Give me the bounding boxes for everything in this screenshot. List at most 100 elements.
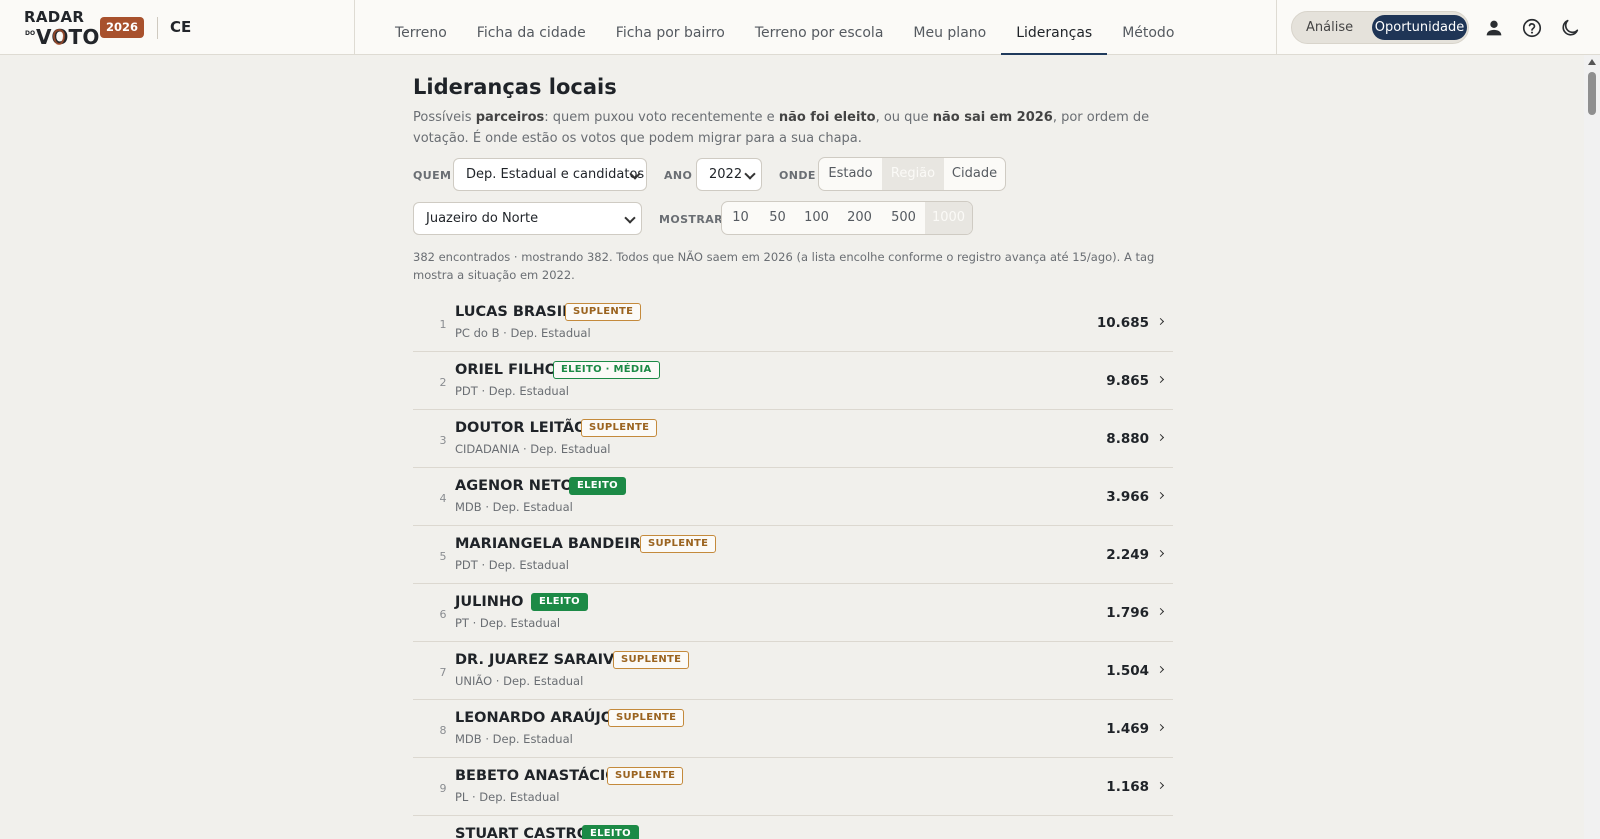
leader-row[interactable]: 1 LUCAS BRASIL SUPLENTE PC do B · Dep. E… <box>413 294 1173 352</box>
leader-votes: 8.880 <box>1106 431 1149 447</box>
status-badge: ELEITO · MÉDIA <box>553 361 660 379</box>
leader-votes: 10.685 <box>1096 315 1149 331</box>
status-badge: SUPLENTE <box>640 535 717 553</box>
onde-label: ONDE <box>779 169 816 182</box>
leader-votes: 1.796 <box>1106 605 1149 621</box>
status-badge: ELEITO <box>569 477 626 495</box>
leader-name: ORIEL FILHO <box>455 362 558 378</box>
main-nav: Terreno Ficha da cidade Ficha por bairro… <box>380 0 1189 55</box>
leader-rank: 8 <box>439 724 447 737</box>
right-toolbar: Análise Oportunidade <box>1276 0 1600 55</box>
mode-analise-button[interactable]: Análise <box>1306 12 1353 43</box>
nav-terreno-escola[interactable]: Terreno por escola <box>740 0 899 55</box>
chevron-down-icon <box>624 212 636 224</box>
brand-divider <box>157 17 158 39</box>
leader-votes: 1.469 <box>1106 721 1149 737</box>
leader-party: PT · Dep. Estadual <box>455 616 561 630</box>
chevron-right-icon <box>1156 433 1165 442</box>
quem-select-value: Dep. Estadual e candidatos <box>466 167 645 182</box>
leader-row[interactable]: 4 AGENOR NETO ELEITO MDB · Dep. Estadual… <box>413 468 1173 526</box>
mostrar-50-button[interactable]: 50 <box>759 202 796 234</box>
leader-party: CIDADANIA · Dep. Estadual <box>455 442 611 456</box>
status-badge: ELEITO <box>531 593 588 611</box>
leader-row[interactable]: 6 JULINHO ELEITO PT · Dep. Estadual 1.79… <box>413 584 1173 642</box>
leader-row[interactable]: 2 ORIEL FILHO ELEITO · MÉDIA PDT · Dep. … <box>413 352 1173 410</box>
page-scrollbar[interactable] <box>1584 55 1600 839</box>
leader-row[interactable]: 5 MARIANGELA BANDEIRA SUPLENTE PDT · Dep… <box>413 526 1173 584</box>
leader-party: MDB · Dep. Estadual <box>455 732 573 746</box>
ano-label: ANO <box>664 169 693 182</box>
leader-rank: 7 <box>439 666 447 679</box>
mostrar-100-button[interactable]: 100 <box>796 202 837 234</box>
mode-oportunidade-button[interactable]: Oportunidade <box>1372 15 1467 40</box>
leader-row[interactable]: 7 DR. JUAREZ SARAIVA SUPLENTE UNIÃO · De… <box>413 642 1173 700</box>
chevron-right-icon <box>1156 491 1165 500</box>
mode-switch: Análise Oportunidade <box>1291 11 1469 44</box>
onde-regiao-button[interactable]: Região <box>882 158 944 190</box>
leader-name: LUCAS BRASIL <box>455 304 572 320</box>
nav-terreno[interactable]: Terreno <box>380 0 462 55</box>
mostrar-500-button[interactable]: 500 <box>882 202 925 234</box>
chevron-right-icon <box>1156 665 1165 674</box>
status-badge: SUPLENTE <box>581 419 658 437</box>
mostrar-200-button[interactable]: 200 <box>837 202 882 234</box>
moon-icon[interactable] <box>1559 17 1581 39</box>
ano-select[interactable]: 2022 <box>696 158 762 191</box>
leader-party: PDT · Dep. Estadual <box>455 384 569 398</box>
state-label[interactable]: CE <box>170 18 191 36</box>
onde-cidade-button[interactable]: Cidade <box>944 158 1005 190</box>
leader-row[interactable]: 8 LEONARDO ARAÚJO SUPLENTE MDB · Dep. Es… <box>413 700 1173 758</box>
mostrar-segmented: 10 50 100 200 500 1000 <box>721 201 973 235</box>
user-icon[interactable] <box>1483 17 1505 39</box>
nav-ficha-bairro[interactable]: Ficha por bairro <box>601 0 740 55</box>
leader-party: MDB · Dep. Estadual <box>455 500 573 514</box>
leader-rank: 6 <box>439 608 447 621</box>
radar-do-voto-logo[interactable]: RADAR DO VOTO <box>24 8 99 49</box>
status-badge: SUPLENTE <box>607 767 684 785</box>
nav-liderancas[interactable]: Lideranças <box>1001 0 1108 55</box>
leader-row[interactable]: 10 STUART CASTRO ELEITO <box>413 816 1173 839</box>
city-select-value: Juazeiro do Norte <box>426 211 539 226</box>
mostrar-10-button[interactable]: 10 <box>722 202 759 234</box>
status-badge: SUPLENTE <box>565 303 642 321</box>
page-title: Lideranças locais <box>413 75 617 99</box>
leader-row[interactable]: 3 DOUTOR LEITÃO SUPLENTE CIDADANIA · Dep… <box>413 410 1173 468</box>
leader-name: BEBETO ANASTÁCIO <box>455 768 618 784</box>
chevron-right-icon <box>1156 549 1165 558</box>
onde-estado-button[interactable]: Estado <box>819 158 882 190</box>
chevron-right-icon <box>1156 375 1165 384</box>
leader-votes: 2.249 <box>1106 547 1149 563</box>
chevron-right-icon <box>1156 781 1165 790</box>
leader-party: UNIÃO · Dep. Estadual <box>455 674 584 688</box>
status-badge: SUPLENTE <box>613 651 690 669</box>
brand-area: RADAR DO VOTO 2026 CE <box>0 0 355 55</box>
chevron-right-icon <box>1156 317 1165 326</box>
leader-rank: 9 <box>439 782 447 795</box>
mostrar-1000-button[interactable]: 1000 <box>925 202 972 234</box>
nav-meu-plano[interactable]: Meu plano <box>898 0 1001 55</box>
help-circle-icon[interactable] <box>1521 17 1543 39</box>
leader-party: PC do B · Dep. Estadual <box>455 326 591 340</box>
quem-select[interactable]: Dep. Estadual e candidatos <box>453 158 647 191</box>
top-bar: RADAR DO VOTO 2026 CE Terreno Ficha da c… <box>0 0 1600 55</box>
leader-name: LEONARDO ARAÚJO <box>455 710 614 726</box>
leader-name: DR. JUAREZ SARAIVA <box>455 652 625 668</box>
chevron-down-icon <box>744 168 756 180</box>
chevron-right-icon <box>1156 723 1165 732</box>
leader-party: PL · Dep. Estadual <box>455 790 560 804</box>
scroll-up-arrow-icon[interactable] <box>1588 59 1596 65</box>
city-select[interactable]: Juazeiro do Norte <box>413 202 642 235</box>
nav-ficha-cidade[interactable]: Ficha da cidade <box>462 0 601 55</box>
leader-votes: 9.865 <box>1106 373 1149 389</box>
quem-label: QUEM <box>413 169 452 182</box>
logo-text-top: RADAR <box>24 8 85 26</box>
leader-rank: 3 <box>439 434 447 447</box>
leader-rank: 1 <box>439 318 447 331</box>
leader-rank: 5 <box>439 550 447 563</box>
leader-rank: 4 <box>439 492 447 505</box>
leaders-list: 1 LUCAS BRASIL SUPLENTE PC do B · Dep. E… <box>413 294 1173 839</box>
scroll-thumb[interactable] <box>1588 72 1596 115</box>
leader-row[interactable]: 9 BEBETO ANASTÁCIO SUPLENTE PL · Dep. Es… <box>413 758 1173 816</box>
nav-metodo[interactable]: Método <box>1107 0 1189 55</box>
page-intro: Possíveis parceiros: quem puxou voto rec… <box>413 110 1150 146</box>
